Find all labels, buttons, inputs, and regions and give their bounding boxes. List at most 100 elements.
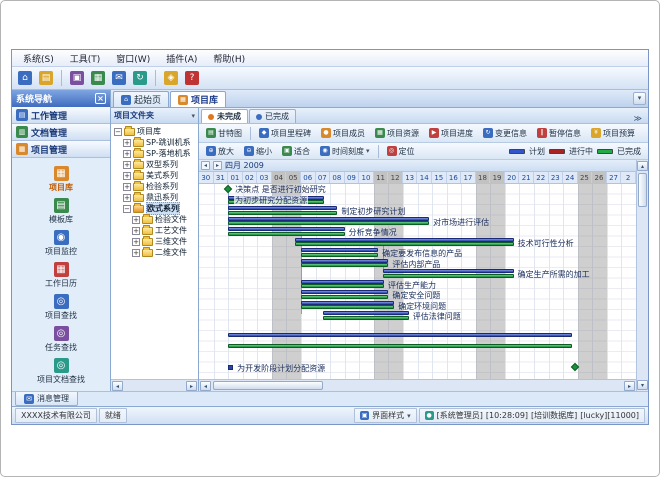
doc-tab[interactable]: ▦项目库 [170,91,226,107]
tree-node[interactable]: +美式系列 [112,170,197,181]
tree-expander-icon[interactable]: + [123,183,131,191]
tree-expander-icon[interactable]: + [123,194,131,202]
sidebar-item[interactable]: ▦项目库 [12,163,110,195]
menu-item[interactable]: 系统(S) [16,51,61,66]
view-tab[interactable]: 未完成 [201,109,248,123]
completed-bar[interactable] [301,253,378,257]
completed-bar[interactable] [301,263,388,267]
vscroll-thumb[interactable] [638,173,647,207]
scroll-left-icon[interactable]: ◂ [200,381,211,391]
gantt-vscrollbar[interactable]: ▴ ▾ [636,160,648,391]
fit-button[interactable]: ▣适合 [278,145,314,158]
month-next-icon[interactable]: ▸ [213,161,222,170]
sidebar-item[interactable]: ◎项目查找 [12,291,110,323]
chart-button[interactable]: ▦ [89,69,107,87]
pin-icon[interactable]: ▾ [191,112,195,120]
folder-button[interactable]: ▤ [37,69,55,87]
plan-bar[interactable] [301,301,394,305]
completed-bar[interactable] [228,344,572,348]
tree-node[interactable]: +SP-落地机系 [112,148,197,159]
completed-bar[interactable] [228,221,429,225]
zoom-out-button[interactable]: ⊖缩小 [240,145,276,158]
tree-expander-icon[interactable]: + [132,249,140,257]
plan-bar[interactable] [228,206,337,210]
tree-expander-icon[interactable]: + [132,216,140,224]
plan-bar[interactable] [383,269,514,273]
close-icon[interactable]: × [95,93,106,104]
ui-style-selector[interactable]: ▣ 界面样式 ▾ [354,408,417,423]
timescale-button[interactable]: ◉时间刻度▾ [316,145,374,158]
tree-expander-icon[interactable]: − [123,205,131,213]
menu-item[interactable]: 窗口(W) [109,51,157,66]
completed-bar[interactable] [301,284,384,288]
completed-bar[interactable] [301,295,388,299]
tree-node[interactable]: +检验文件 [112,214,197,225]
refresh-button[interactable]: ↻ [131,69,149,87]
completed-bar[interactable] [383,274,514,278]
gantt-hscrollbar[interactable]: ◂ ▸ [199,379,636,391]
scroll-down-icon[interactable]: ▾ [637,380,648,390]
menu-item[interactable]: 工具(T) [63,51,108,66]
budget-button[interactable]: ¥项目预算 [587,127,639,140]
scroll-right-icon[interactable]: ▸ [186,381,197,391]
tree-expander-icon[interactable]: + [123,139,131,147]
plan-bar[interactable] [323,311,409,315]
help-button[interactable]: ? [183,69,201,87]
menu-item[interactable]: 插件(A) [159,51,204,66]
tree-node[interactable]: +双型系列 [112,159,197,170]
mail-button[interactable]: ✉ [110,69,128,87]
tree-expander-icon[interactable]: + [123,172,131,180]
tree-expander-icon[interactable]: − [114,128,122,136]
completed-bar[interactable] [295,242,514,246]
sidebar-group[interactable]: ▥文档管理 [12,124,110,141]
hscroll-thumb[interactable] [213,381,323,390]
window-button[interactable]: ▣ [68,69,86,87]
plan-bar[interactable] [301,259,388,263]
tab-list-icon[interactable]: ▾ [633,92,646,105]
message-panel-tab[interactable]: ✉ 消息管理 [15,392,78,406]
resources-button[interactable]: ▦项目资源 [371,127,423,140]
completed-bar[interactable] [301,305,394,309]
tree-node[interactable]: −欧式系列 [112,203,197,214]
plan-bar[interactable] [301,248,378,252]
zoom-in-button[interactable]: ⊕放大 [202,145,238,158]
plan-bar[interactable] [228,333,572,337]
change-info-button[interactable]: ↻变更信息 [479,127,531,140]
tree-expander-icon[interactable]: + [132,227,140,235]
sidebar-item[interactable]: ◎任务查找 [12,323,110,355]
tree-node[interactable]: +SP-跳训机系 [112,137,197,148]
tree-expander-icon[interactable]: + [123,161,131,169]
plan-bar[interactable] [228,227,345,231]
month-prev-icon[interactable]: ◂ [201,161,210,170]
sidebar-item[interactable]: ▤模板库 [12,195,110,227]
members-button[interactable]: ●项目成员 [317,127,369,140]
sidebar-item[interactable]: ◉项目监控 [12,227,110,259]
scroll-up-icon[interactable]: ▴ [637,161,648,171]
scroll-left-icon[interactable]: ◂ [112,381,123,391]
tree-node[interactable]: +工艺文件 [112,225,197,236]
locate-button[interactable]: ◎定位 [383,145,419,158]
completed-bar[interactable] [323,316,409,320]
home-button[interactable]: ⌂ [16,69,34,87]
tree-hscrollbar[interactable]: ◂ ▸ [111,379,198,391]
tree-expander-icon[interactable]: + [123,150,131,158]
plan-bar[interactable] [295,238,514,242]
sidebar-item[interactable]: ◎项目文档查找 [12,355,110,387]
completed-bar[interactable] [228,232,345,236]
milestone-button[interactable]: ◆项目里程碑 [255,127,315,140]
milestone-icon[interactable] [224,185,232,193]
lock-button[interactable]: ◈ [162,69,180,87]
doc-tab[interactable]: ⌂起始页 [113,91,169,107]
completed-bar[interactable] [228,211,337,215]
tab-overflow-button[interactable]: ≫ [630,114,646,123]
plan-bar[interactable] [228,217,429,221]
gantt-button[interactable]: ▤甘特图 [202,127,246,140]
tree-node[interactable]: +三维文件 [112,236,197,247]
pause-info-button[interactable]: ‖暂停信息 [533,127,585,140]
tree-node[interactable]: +检验系列 [112,181,197,192]
plan-bar[interactable] [301,280,384,284]
view-tab[interactable]: 已完成 [249,109,296,123]
sidebar-group[interactable]: ▦项目管理 [12,141,110,158]
tree-node[interactable]: +二维文件 [112,247,197,258]
scroll-right-icon[interactable]: ▸ [624,381,635,391]
